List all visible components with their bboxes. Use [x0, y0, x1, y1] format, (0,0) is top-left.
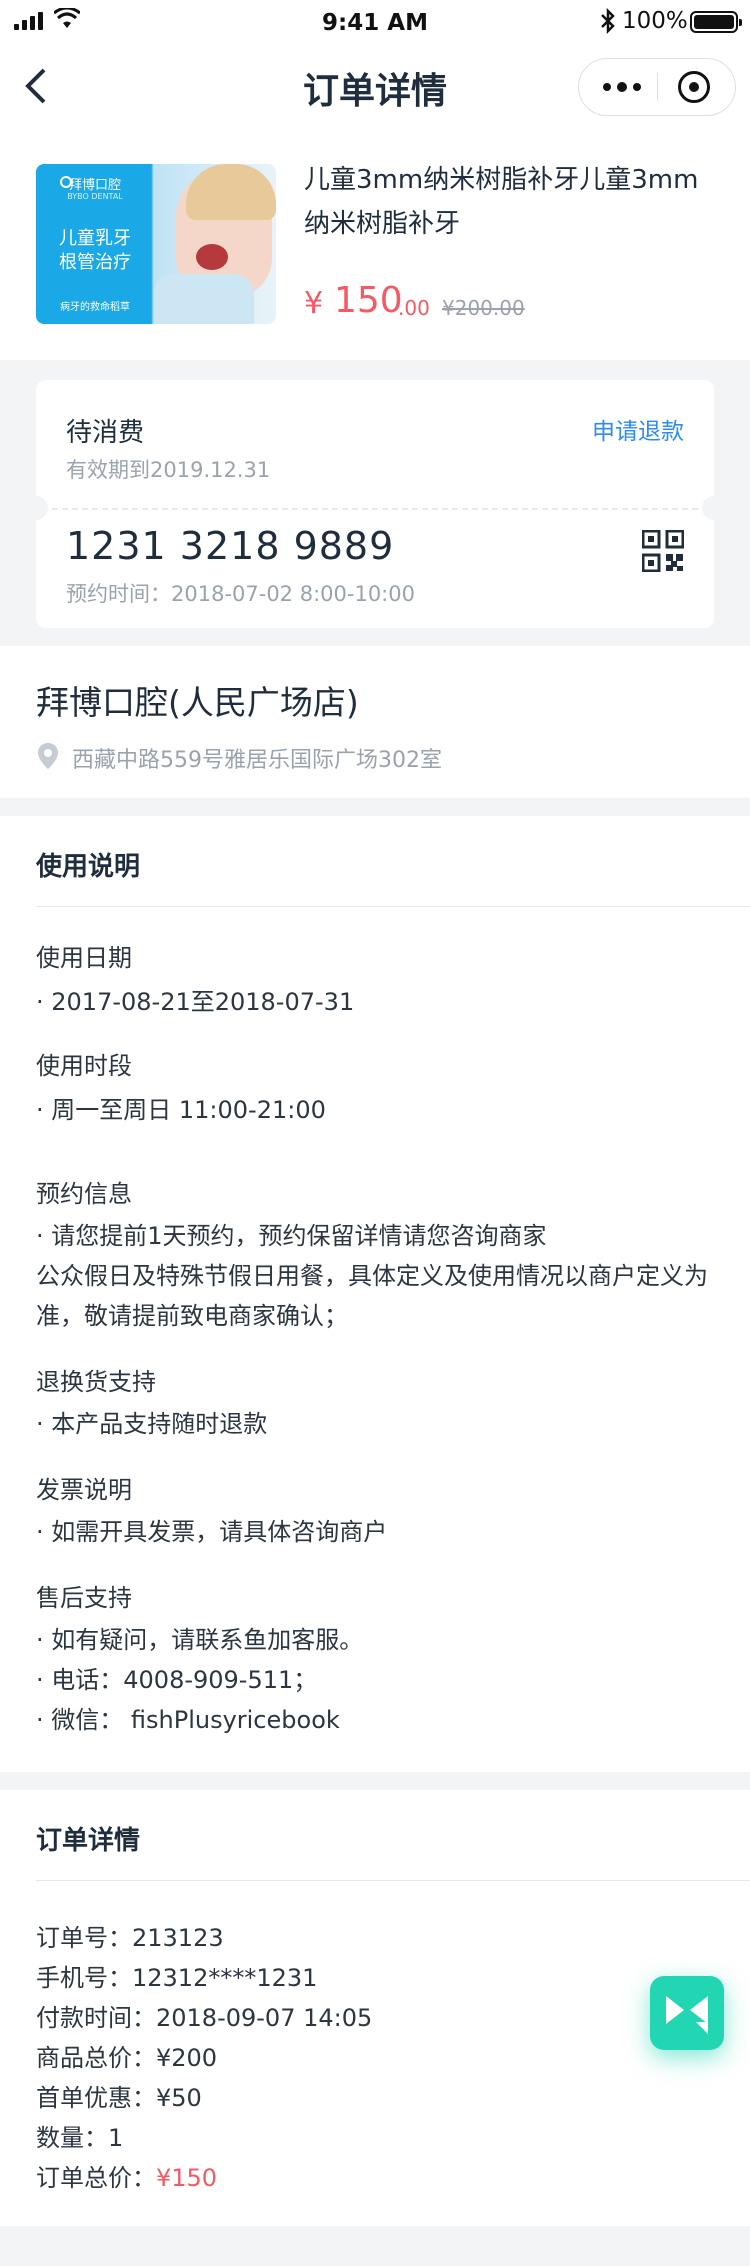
- thumbnail-brand: 拜博口腔: [68, 178, 121, 193]
- bluetooth-icon: [601, 8, 615, 34]
- aftersale-wechat: · 微信： fishPlusyricebook: [36, 1706, 340, 1734]
- booking-info-detail: 公众假日及特殊节假日用餐，具体定义及使用情况以商户定义为准，敬请提前致电商家确认…: [36, 1262, 708, 1330]
- voucher-card: 待消费 申请退款 有效期到2019.12.31 1231 3218 9889 预…: [24, 380, 726, 628]
- return-support-value: · 本产品支持随时退款: [36, 1410, 268, 1438]
- booking-info-label: 预约信息: [36, 1180, 132, 1208]
- order-goods-total: 商品总价：¥200: [36, 2044, 218, 2072]
- chat-bowtie-icon: [666, 1996, 708, 2034]
- status-bar: 9:41 AM 100%: [0, 0, 750, 44]
- thumbnail-line2: 根管治疗: [59, 252, 131, 273]
- refund-button[interactable]: 申请退款: [592, 412, 684, 446]
- store-address: 西藏中路559号雅居乐国际广场302室: [72, 748, 442, 773]
- product-summary[interactable]: 拜博口腔 BYBO DENTAL 儿童乳牙 根管治疗 病牙的救命稻草 儿童3mm…: [0, 140, 750, 360]
- order-phone: 手机号：12312****1231: [36, 1964, 318, 1992]
- close-mini-program-icon[interactable]: [678, 71, 710, 103]
- aftersale-contact: · 如有疑问，请联系鱼加客服。: [36, 1626, 364, 1654]
- capsule-divider: [657, 73, 658, 101]
- mini-program-capsule: [578, 58, 736, 116]
- voucher-divider: [52, 508, 698, 510]
- order-quantity: 数量：1: [36, 2124, 124, 2152]
- qr-code-icon[interactable]: [642, 530, 684, 572]
- price-symbol: ¥: [304, 286, 324, 321]
- order-total-label: 订单总价：: [36, 2164, 156, 2192]
- original-price: ¥200.00: [442, 296, 525, 320]
- thumbnail-slogan: 病牙的救命稻草: [60, 302, 130, 313]
- usage-period-label: 使用时段: [36, 1052, 132, 1080]
- order-first-discount: 首单优惠：¥50: [36, 2084, 202, 2112]
- battery-percent: 100%: [622, 8, 688, 34]
- usage-divider: [36, 906, 750, 907]
- store-name: 拜博口腔(人民广场店): [36, 683, 359, 722]
- store-info[interactable]: 拜博口腔(人民广场店) 西藏中路559号雅居乐国际广场302室: [0, 646, 750, 798]
- usage-title: 使用说明: [36, 852, 141, 882]
- return-support-label: 退换货支持: [36, 1368, 156, 1396]
- location-pin-icon: [38, 743, 58, 769]
- order-details-divider: [36, 1880, 750, 1881]
- aftersale-phone: · 电话：4008-909-511；: [36, 1666, 318, 1694]
- product-thumbnail: 拜博口腔 BYBO DENTAL 儿童乳牙 根管治疗 病牙的救命稻草: [36, 164, 276, 324]
- booking-info-value: · 请您提前1天预约，预约保留详情请您咨询商家: [36, 1222, 547, 1250]
- order-number: 订单号：213123: [36, 1924, 224, 1952]
- order-total-value: ¥150: [156, 2164, 218, 2192]
- order-details-title: 订单详情: [36, 1826, 141, 1856]
- price-integer: 150: [334, 280, 403, 321]
- order-total: 订单总价：¥150: [36, 2158, 217, 2193]
- voucher-valid-until: 有效期到2019.12.31: [66, 458, 271, 482]
- product-name: 儿童3mm纳米树脂补牙儿童3mm纳米树脂补牙: [304, 165, 699, 239]
- appointment-time: 预约时间：2018-07-02 8:00-10:00: [66, 582, 415, 606]
- customer-service-button[interactable]: [650, 1976, 724, 2050]
- thumbnail-brand-sub: BYBO DENTAL: [67, 192, 123, 201]
- price-decimal: .00: [398, 296, 430, 320]
- aftersale-label: 售后支持: [36, 1584, 132, 1612]
- invoice-label: 发票说明: [36, 1476, 132, 1504]
- order-details-section: 订单详情 订单号：213123 手机号：12312****1231 付款时间：2…: [0, 1790, 750, 2226]
- usage-section: 使用说明 使用日期 · 2017-08-21至2018-07-31 使用时段 ·…: [0, 816, 750, 1772]
- usage-date-label: 使用日期: [36, 944, 132, 972]
- thumbnail-line1: 儿童乳牙: [59, 228, 131, 249]
- voucher-status: 待消费: [66, 418, 145, 448]
- battery-icon: [690, 11, 742, 33]
- usage-date-value: · 2017-08-21至2018-07-31: [36, 988, 355, 1016]
- voucher-code: 1231 3218 9889: [66, 524, 395, 568]
- invoice-value: · 如需开具发票，请具体咨询商户: [36, 1518, 388, 1546]
- order-pay-time: 付款时间：2018-09-07 14:05: [36, 2004, 373, 2032]
- more-icon[interactable]: [587, 59, 657, 115]
- usage-period-value: · 周一至周日 11:00-21:00: [36, 1096, 326, 1124]
